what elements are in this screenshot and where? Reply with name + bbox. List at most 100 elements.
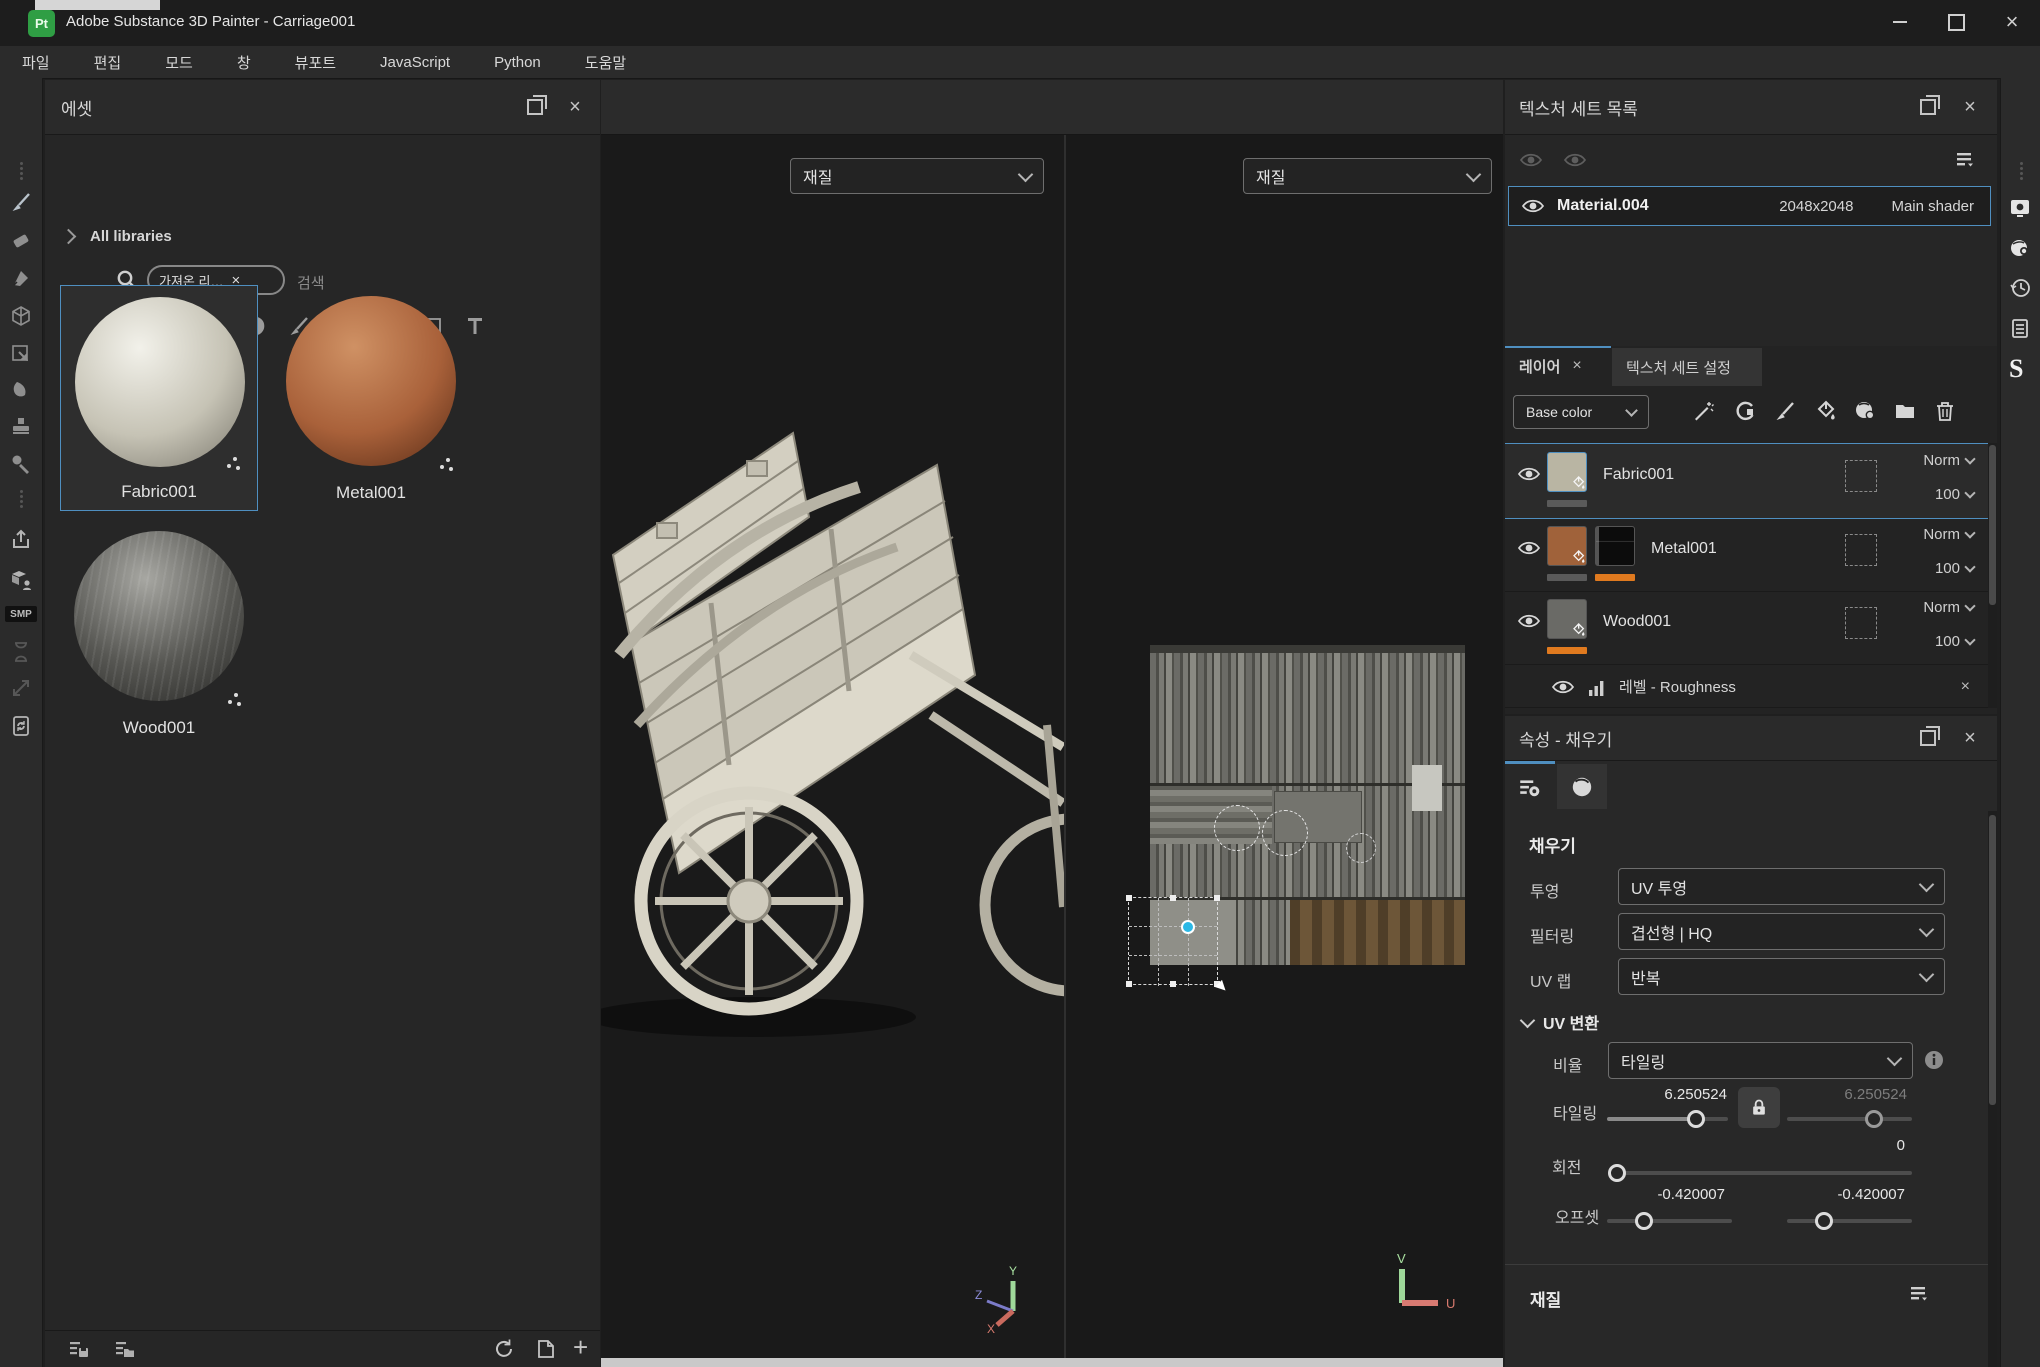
offset-x-value[interactable]: -0.420007	[1623, 1186, 1725, 1203]
layer-thumbnail[interactable]	[1547, 452, 1587, 492]
effect-visibility-icon[interactable]	[1551, 675, 1575, 699]
menu-window[interactable]: 창	[215, 46, 273, 78]
asset-collection-icon[interactable]	[113, 1337, 138, 1362]
menu-edit[interactable]: 편집	[72, 46, 144, 78]
uv-transform-section-toggle[interactable]: UV 변환	[1522, 1010, 1599, 1034]
info-icon[interactable]	[1922, 1048, 1946, 1072]
refresh-assets-icon[interactable]	[492, 1337, 517, 1362]
layer-blend-mode[interactable]: Norm	[1923, 452, 1974, 469]
send-to-icon[interactable]	[9, 568, 33, 592]
layer-visibility-icon[interactable]	[1517, 609, 1543, 635]
offset-y-slider[interactable]	[1787, 1219, 1912, 1223]
layer-visibility-icon[interactable]	[1517, 462, 1543, 488]
viewport-3d-shading-dropdown[interactable]: 재질	[790, 158, 1044, 194]
menu-javascript[interactable]: JavaScript	[358, 46, 472, 78]
smudge-tool-icon[interactable]	[9, 378, 33, 402]
layer-thumbnail[interactable]	[1547, 599, 1587, 639]
layer-row-metal001[interactable]: Metal001 Norm 100	[1505, 520, 1988, 592]
shader-settings-icon[interactable]	[2008, 236, 2034, 262]
offset-x-knob[interactable]	[1635, 1212, 1653, 1230]
effect-remove-icon[interactable]: ×	[1961, 678, 1970, 696]
texture-set-row[interactable]: Material.004 2048x2048 Main shader	[1508, 186, 1991, 226]
menu-file[interactable]: 파일	[0, 46, 72, 78]
display-settings-icon[interactable]	[2008, 196, 2034, 222]
layer-opacity[interactable]: 100	[1935, 560, 1974, 577]
viewport-2d-shading-dropdown[interactable]: 재질	[1243, 158, 1492, 194]
eraser-tool-icon[interactable]	[9, 228, 33, 252]
offset-x-slider[interactable]	[1607, 1219, 1732, 1223]
tiling-y-value[interactable]: 6.250524	[1805, 1086, 1907, 1103]
material-channels-menu-icon[interactable]	[1907, 1282, 1933, 1308]
layer-mask-placeholder[interactable]	[1845, 534, 1877, 566]
layers-scrollbar[interactable]	[1988, 443, 1997, 708]
material-picker-tool-icon[interactable]	[9, 452, 33, 476]
dock-drag-handle[interactable]	[2019, 162, 2023, 184]
tiling-y-slider[interactable]	[1787, 1117, 1912, 1121]
tiling-x-value[interactable]: 6.250524	[1625, 1086, 1727, 1103]
window-maximize-button[interactable]	[1928, 0, 1984, 44]
menu-python[interactable]: Python	[472, 46, 563, 78]
delete-layer-icon[interactable]	[1933, 399, 1959, 425]
export-icon[interactable]	[9, 528, 33, 552]
gizmo-pivot-handle[interactable]	[1181, 920, 1195, 934]
properties-detach-icon[interactable]	[1913, 723, 1943, 753]
tab-properties-settings[interactable]	[1505, 761, 1555, 812]
add-group-icon[interactable]	[1893, 399, 1919, 425]
clone-tool-icon[interactable]	[9, 414, 33, 438]
smp-badge-icon[interactable]: SMP	[5, 606, 37, 622]
scale-mode-dropdown[interactable]: 타일링	[1608, 1042, 1913, 1079]
texture-set-detach-icon[interactable]	[1913, 92, 1943, 122]
properties-close-icon[interactable]: ×	[1955, 723, 1985, 753]
filtering-dropdown[interactable]: 겹선형 | HQ	[1618, 913, 1945, 950]
add-paint-layer-icon[interactable]	[1773, 399, 1799, 425]
menu-help[interactable]: 도움말	[563, 46, 648, 78]
texture-set-close-icon[interactable]: ×	[1955, 92, 1985, 122]
uv-transform-gizmo[interactable]	[1128, 897, 1218, 985]
layer-mask-placeholder[interactable]	[1845, 460, 1877, 492]
layer-effect-row[interactable]: 레벨 - Roughness ×	[1505, 666, 1988, 708]
tab-texture-set-settings[interactable]: 텍스처 세트 설정	[1612, 348, 1762, 386]
texture-set-visibility-icon[interactable]	[1521, 194, 1545, 218]
rotation-slider[interactable]	[1608, 1171, 1912, 1175]
menu-viewport[interactable]: 뷰포트	[273, 46, 358, 78]
tiling-y-knob[interactable]	[1865, 1110, 1883, 1128]
projection-tool-icon[interactable]	[9, 266, 33, 290]
asset-tile-wood001[interactable]: Wood001	[60, 520, 258, 746]
layer-row-fabric001[interactable]: Fabric001 Norm 100	[1505, 443, 1988, 519]
offset-y-value[interactable]: -0.420007	[1803, 1186, 1905, 1203]
layer-row-wood001[interactable]: Wood001 Norm 100	[1505, 593, 1988, 665]
solo-visibility-icon[interactable]	[1563, 148, 1589, 174]
window-minimize-button[interactable]	[1872, 0, 1928, 44]
tiling-lock-button[interactable]	[1738, 1087, 1780, 1128]
properties-scrollbar[interactable]	[1988, 811, 1997, 1367]
layer-visibility-icon[interactable]	[1517, 536, 1543, 562]
tiling-x-slider[interactable]	[1607, 1117, 1699, 1121]
layer-blend-mode[interactable]: Norm	[1923, 599, 1974, 616]
layer-opacity[interactable]: 100	[1935, 633, 1974, 650]
history-icon[interactable]	[2008, 276, 2034, 302]
layer-thumbnail[interactable]	[1547, 526, 1587, 566]
projection-dropdown[interactable]: UV 투영	[1618, 868, 1945, 905]
rotation-value[interactable]: 0	[1805, 1137, 1905, 1154]
import-resources-icon[interactable]: +	[573, 1332, 588, 1363]
rotation-knob[interactable]	[1608, 1164, 1626, 1182]
library-selector[interactable]: All libraries	[63, 228, 172, 245]
add-smart-mask-icon[interactable]	[1733, 399, 1759, 425]
add-effect-icon[interactable]	[1691, 399, 1717, 425]
offset-y-knob[interactable]	[1815, 1212, 1833, 1230]
layer-opacity[interactable]: 100	[1935, 486, 1974, 503]
asset-tile-metal001[interactable]: Metal001	[272, 285, 470, 511]
layer-blend-mode[interactable]: Norm	[1923, 526, 1974, 543]
resources-updater-icon[interactable]	[9, 714, 33, 738]
paint-tool-icon[interactable]	[9, 190, 33, 214]
tab-properties-material[interactable]	[1557, 764, 1607, 809]
polygon-fill-tool-icon[interactable]	[9, 342, 33, 366]
asset-tile-fabric001[interactable]: Fabric001	[60, 285, 258, 511]
substance-share-icon[interactable]: S	[2009, 354, 2023, 384]
tab-layers[interactable]: 레이어 ×	[1505, 346, 1611, 384]
assets-detach-icon[interactable]	[520, 92, 550, 122]
add-fill-layer-icon[interactable]	[1813, 399, 1839, 425]
new-resource-icon[interactable]	[534, 1337, 559, 1362]
texture-set-sort-icon[interactable]	[1953, 148, 1979, 174]
layer-mask-placeholder[interactable]	[1845, 607, 1877, 639]
